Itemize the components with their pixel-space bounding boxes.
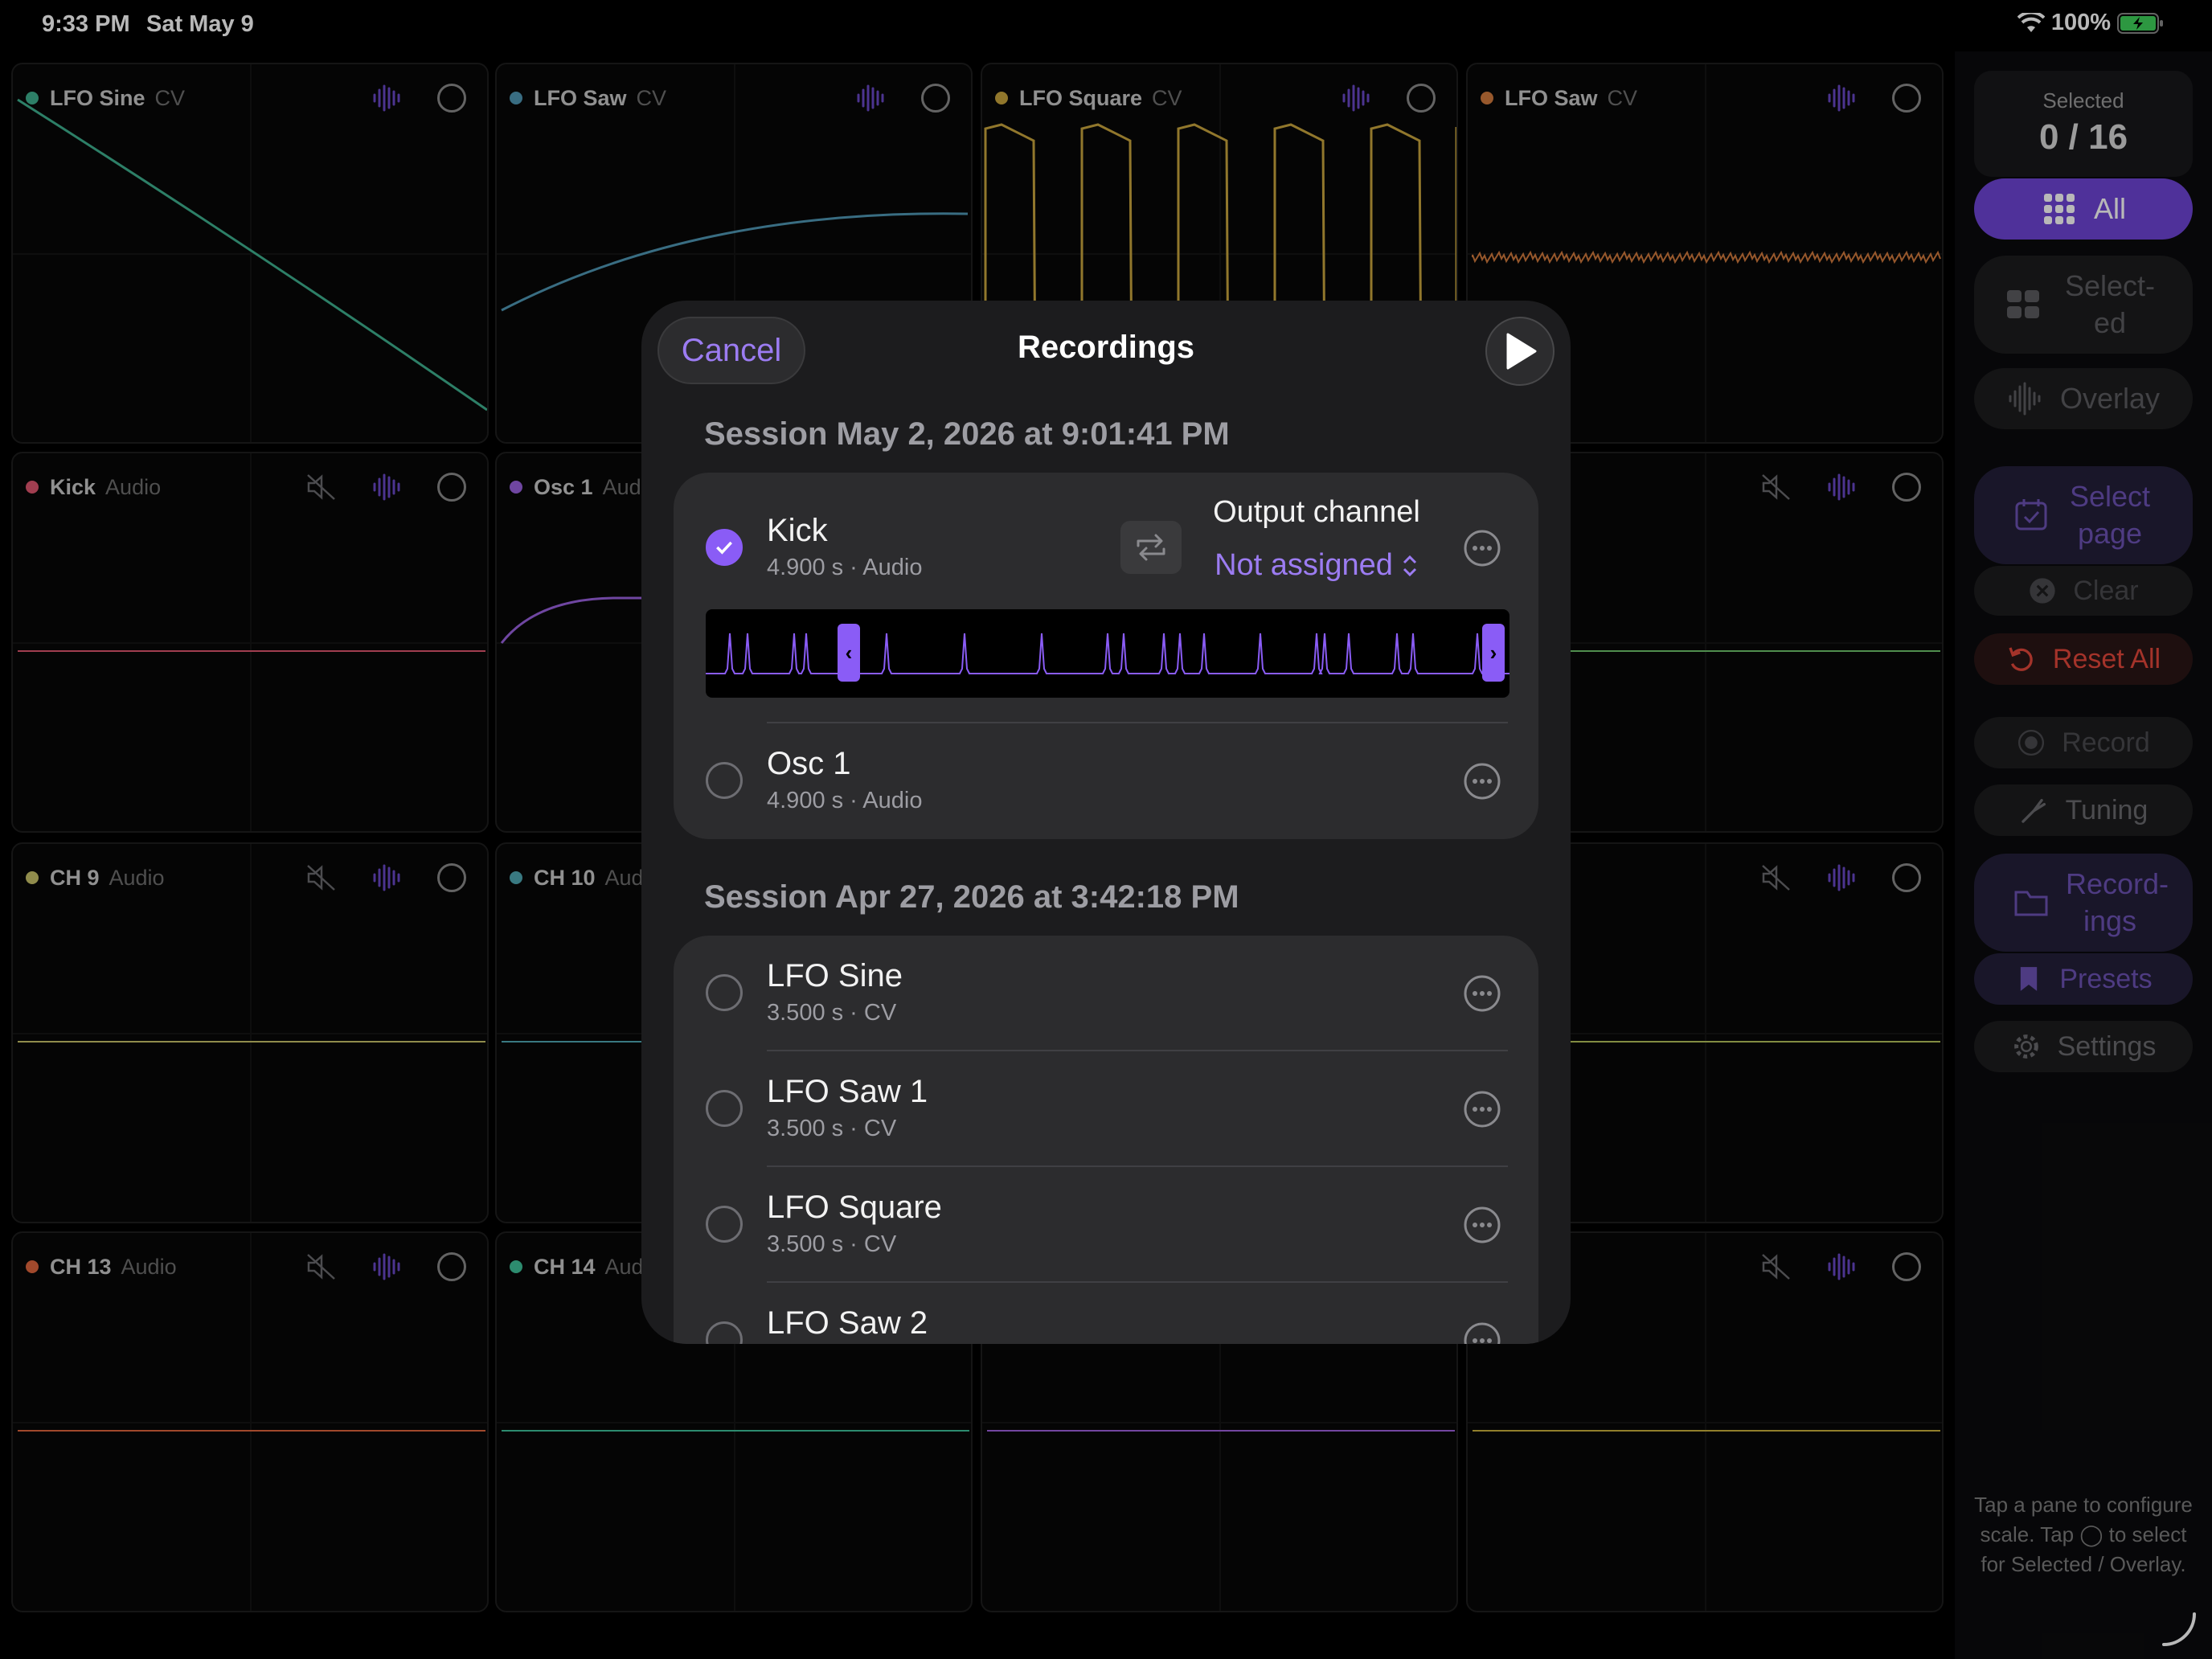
more-options-icon[interactable] [1463, 1090, 1501, 1129]
recording-name: LFO Saw 1 [767, 1074, 928, 1109]
selection-radio[interactable] [706, 974, 743, 1011]
more-options-icon[interactable] [1463, 1206, 1501, 1244]
session-title: Session Apr 27, 2026 at 3:42:18 PM [704, 879, 1239, 915]
recording-name: Kick [767, 513, 828, 548]
session-group: Kick 4.900 s · Audio Output channel Not … [674, 473, 1538, 839]
session-title: Session May 2, 2026 at 9:01:41 PM [704, 416, 1230, 452]
selection-radio[interactable] [706, 1090, 743, 1127]
play-icon [1506, 333, 1537, 370]
more-options-icon[interactable] [1463, 974, 1501, 1013]
waveform-trim-strip[interactable]: ‹ › [706, 609, 1509, 698]
recording-row[interactable]: LFO Square 3.500 s · CV [674, 1167, 1538, 1283]
loop-button[interactable] [1120, 521, 1182, 574]
recording-row-osc1[interactable]: Osc 1 4.900 s · Audio [674, 723, 1538, 839]
recording-row[interactable]: LFO Saw 2 [674, 1283, 1538, 1344]
recording-meta: 4.900 s · Audio [767, 788, 923, 813]
session-group: LFO Sine 3.500 s · CV LFO Saw 1 3.500 s … [674, 936, 1538, 1344]
recording-meta: 4.900 s · Audio [767, 555, 923, 580]
selection-radio[interactable] [706, 1321, 743, 1344]
more-options-icon[interactable] [1463, 529, 1501, 567]
recordings-modal: Cancel Recordings Session May 2, 2026 at… [641, 301, 1571, 1344]
modal-title: Recordings [1017, 330, 1195, 365]
output-channel-label: Output channel [1213, 495, 1420, 529]
play-button[interactable] [1485, 317, 1555, 386]
loop-icon [1137, 534, 1165, 561]
chevron-up-down-icon [1403, 555, 1416, 576]
recording-row-kick[interactable]: Kick 4.900 s · Audio Output channel Not … [674, 473, 1538, 714]
more-options-icon[interactable] [1463, 762, 1501, 801]
selection-radio[interactable] [706, 762, 743, 799]
recording-meta: 3.500 s · CV [767, 1000, 897, 1026]
selection-radio[interactable] [706, 1206, 743, 1243]
recording-name: Osc 1 [767, 746, 851, 781]
recording-row[interactable]: LFO Sine 3.500 s · CV [674, 936, 1538, 1051]
recording-name: LFO Square [767, 1190, 942, 1225]
recording-name: LFO Saw 2 [767, 1305, 928, 1341]
kick-waveform [706, 633, 1509, 674]
trim-handle-end[interactable]: › [1482, 624, 1505, 682]
recording-row[interactable]: LFO Saw 1 3.500 s · CV [674, 1051, 1538, 1167]
trim-handle-start[interactable]: ‹ [838, 624, 860, 682]
selection-radio-checked[interactable] [706, 529, 743, 566]
output-channel-value: Not assigned [1215, 548, 1393, 582]
output-channel-picker[interactable]: Not assigned [1196, 548, 1437, 583]
recording-meta: 3.500 s · CV [767, 1231, 897, 1257]
more-options-icon[interactable] [1463, 1321, 1501, 1344]
recording-name: LFO Sine [767, 958, 903, 993]
recording-meta: 3.500 s · CV [767, 1116, 897, 1141]
checkmark-icon [716, 541, 732, 555]
